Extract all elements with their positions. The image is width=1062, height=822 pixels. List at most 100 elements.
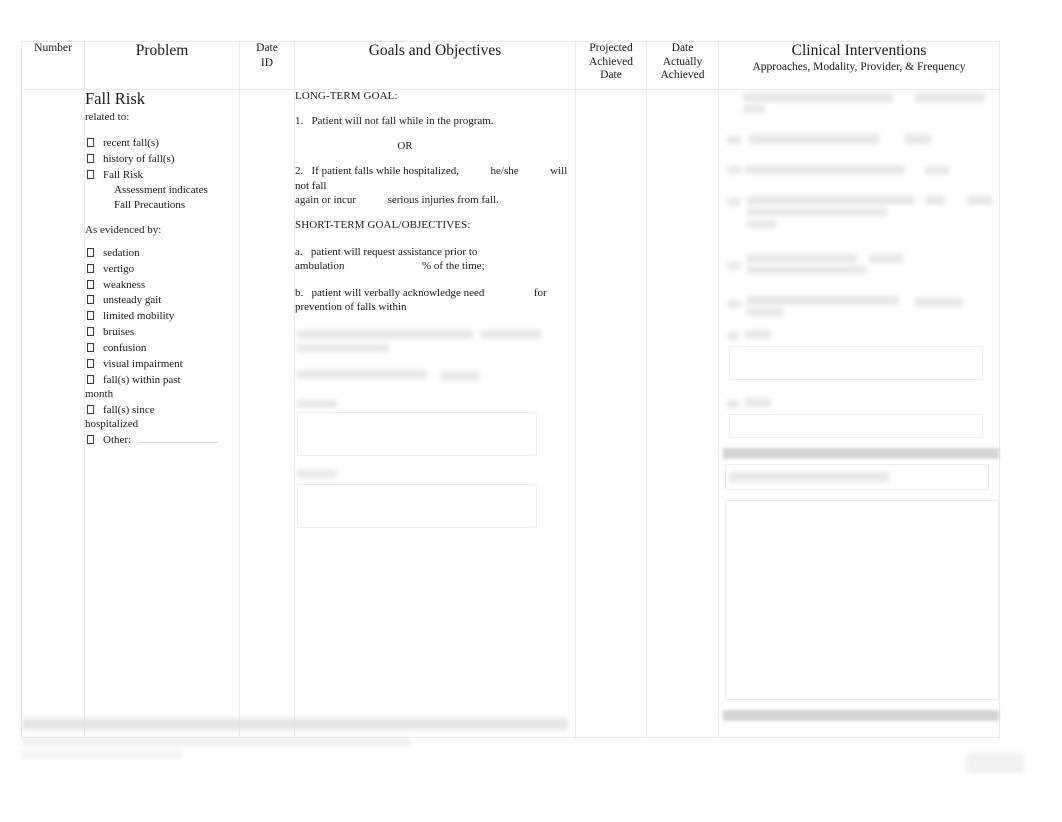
interventions-redacted-region <box>719 90 999 730</box>
list-item-label: weakness <box>103 278 146 291</box>
list-item-label: fall(s) since <box>103 403 155 416</box>
list-item-label: visual impairment <box>103 358 183 371</box>
list-item-sublabel-2: Fall Precautions <box>114 198 186 211</box>
checkbox-icon[interactable] <box>87 327 94 337</box>
list-item[interactable]: fall(s) since hospitalized <box>85 404 239 432</box>
redacted-input-box[interactable] <box>297 484 537 529</box>
cell-goals-and-objectives[interactable]: LONG-TERM GOAL: 1. Patient will not fall… <box>294 89 576 738</box>
checkbox-icon[interactable] <box>87 343 94 353</box>
redacted-text-line <box>915 93 985 102</box>
list-item-label: confusion <box>103 342 147 355</box>
column-header-goals: Goals and Objectives <box>294 41 576 90</box>
redacted-text-line <box>747 308 783 316</box>
goals-redacted-region <box>295 326 575 576</box>
list-item-sublabel-1: Assessment indicates <box>114 183 208 196</box>
cell-number-value <box>22 90 23 91</box>
problem-title: Fall Risk <box>85 89 146 108</box>
redacted-text-line <box>743 93 893 102</box>
checkbox-icon[interactable] <box>87 295 94 305</box>
objective-text-b: for <box>533 286 547 299</box>
redacted-text-line <box>297 344 389 353</box>
redacted-input-box[interactable] <box>729 346 983 380</box>
list-item[interactable]: limited mobility <box>85 310 239 324</box>
redacted-text-line <box>22 718 568 730</box>
checkbox-icon[interactable] <box>87 279 94 289</box>
list-item[interactable]: bruises <box>85 326 239 340</box>
redacted-text-line <box>869 254 903 263</box>
objective-text-c: % of the time; <box>422 260 485 273</box>
list-item[interactable]: recent fall(s) <box>85 137 239 151</box>
other-fill-in-field[interactable] <box>137 434 218 443</box>
achieved-line3: Achieved <box>660 69 705 82</box>
list-item[interactable]: unsteady gait <box>85 294 239 308</box>
redacted-text-line <box>749 134 879 144</box>
shaded-separator-row <box>723 710 999 721</box>
cell-date-id-value <box>240 90 241 91</box>
checkbox-icon[interactable] <box>87 154 94 164</box>
cell-number[interactable] <box>21 89 85 738</box>
related-to-checklist: recent fall(s) history of fall(s) Fall R… <box>85 137 239 212</box>
short-term-objective-a: a. patient will request assistance prior… <box>295 245 575 274</box>
goal-text-a: If patient falls while hospitalized, <box>311 165 460 178</box>
list-item[interactable]: visual impairment <box>85 358 239 372</box>
redacted-text-line <box>727 136 741 144</box>
checkbox-icon[interactable] <box>87 434 94 444</box>
cell-date-actually-achieved[interactable] <box>646 89 719 738</box>
redacted-input-box[interactable] <box>729 414 983 438</box>
cell-date-id[interactable] <box>239 89 295 738</box>
redacted-text-line <box>441 372 479 381</box>
redacted-text-line <box>925 196 945 205</box>
list-item-continuation: month <box>85 387 114 400</box>
redacted-text-line <box>745 330 771 339</box>
column-header-date-id-line1: Date <box>256 42 278 54</box>
list-item-label: bruises <box>103 326 135 339</box>
cell-problem[interactable]: Fall Risk related to: recent fall(s) his… <box>84 89 240 738</box>
checkbox-icon[interactable] <box>87 359 94 369</box>
list-item-label: recent fall(s) <box>103 137 159 150</box>
redacted-text-line <box>481 330 541 340</box>
cell-clinical-interventions[interactable] <box>718 89 1000 738</box>
list-item-label: unsteady gait <box>103 294 162 307</box>
redacted-text-line <box>22 737 410 746</box>
redacted-text-line <box>727 198 741 206</box>
redacted-input-box[interactable] <box>297 412 537 457</box>
list-item[interactable]: Fall Risk Assessment indicates Fall Prec… <box>85 169 239 212</box>
objective-marker: b. <box>295 286 304 299</box>
checkbox-icon[interactable] <box>87 263 94 273</box>
interventions-subtitle: Approaches, Modality, Provider, & Freque… <box>752 60 966 73</box>
document-page: Number Problem Date ID Goals and Objecti… <box>0 0 1062 822</box>
list-item[interactable]: sedation <box>85 247 239 261</box>
checkbox-icon[interactable] <box>87 247 94 257</box>
problem-related-to-label: related to: <box>85 111 130 124</box>
cell-date-achieved-value <box>647 90 648 91</box>
redacted-text-line <box>727 166 741 174</box>
checkbox-icon[interactable] <box>87 375 94 385</box>
redacted-input-box[interactable] <box>725 464 989 490</box>
redacted-text-line <box>297 400 337 409</box>
list-item-label: history of fall(s) <box>103 153 175 166</box>
redacted-input-box[interactable] <box>725 500 999 700</box>
list-item[interactable]: fall(s) within past month <box>85 374 239 402</box>
checkbox-icon[interactable] <box>87 138 94 148</box>
cell-projected-achieved-date[interactable] <box>575 89 647 738</box>
goal-text-e: serious injuries from fall. <box>387 193 499 206</box>
checkbox-icon[interactable] <box>87 404 94 414</box>
redacted-text-line <box>967 196 993 205</box>
checkbox-icon[interactable] <box>87 170 94 180</box>
care-plan-table: Number Problem Date ID Goals and Objecti… <box>21 41 1000 738</box>
list-item[interactable]: history of fall(s) <box>85 153 239 167</box>
problem-evidenced-by-label: As evidenced by: <box>85 224 162 237</box>
redacted-text-line <box>727 332 739 340</box>
list-item[interactable]: Other: <box>85 434 239 448</box>
list-item[interactable]: weakness <box>85 279 239 293</box>
redacted-text-line <box>727 262 741 270</box>
list-item[interactable]: vertigo <box>85 263 239 277</box>
list-item[interactable]: confusion <box>85 342 239 356</box>
checkbox-icon[interactable] <box>87 311 94 321</box>
cell-projected-date-value <box>576 90 577 91</box>
column-header-date-id: Date ID <box>239 41 295 90</box>
list-item-label: limited mobility <box>103 310 175 323</box>
long-term-goal-item-1: 1. Patient will not fall while in the pr… <box>295 114 575 128</box>
footer-redacted-region <box>22 718 582 759</box>
column-header-problem: Problem <box>84 41 240 90</box>
